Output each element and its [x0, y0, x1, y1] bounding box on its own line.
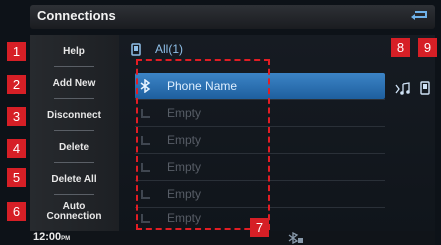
empty-slot-icon [141, 214, 150, 223]
empty-slot-icon [141, 109, 150, 118]
title-bar: Connections [30, 5, 435, 29]
list-item-label: Empty [167, 133, 202, 147]
disconnect-button[interactable]: Disconnect [32, 101, 116, 131]
list-item-label: Empty [167, 106, 202, 120]
list-item[interactable]: Empty [135, 181, 385, 207]
status-bar: 12:00PM [30, 231, 435, 245]
callout-6: 6 [7, 202, 26, 221]
add-new-button[interactable]: Add New [32, 69, 116, 99]
list-item-label: Empty [167, 187, 202, 201]
callout-3: 3 [7, 107, 26, 126]
audio-streaming-icon [395, 82, 410, 95]
help-button[interactable]: Help [32, 37, 116, 67]
empty-slot-icon [141, 136, 150, 145]
bluetooth-status-icon [288, 232, 303, 244]
callout-8: 8 [391, 38, 410, 57]
menu-panel: Help Add New Disconnect Delete Delete Al… [30, 35, 119, 231]
delete-all-button[interactable]: Delete All [32, 165, 116, 195]
list-header-label: All(1) [155, 42, 184, 56]
list-item-label: Empty [167, 211, 202, 225]
list-item[interactable]: Phone Name [135, 73, 385, 99]
list-item[interactable]: Empty [135, 100, 385, 126]
connections-screen: Connections Help Add New Disconnect Dele… [0, 0, 441, 245]
empty-slot-icon [141, 163, 150, 172]
list-item-label: Phone Name [167, 79, 238, 93]
back-arrow-icon [411, 11, 427, 20]
callout-2: 2 [7, 75, 26, 94]
callout-1: 1 [7, 42, 26, 61]
list-item-label: Empty [167, 160, 202, 174]
bluetooth-icon [140, 79, 151, 93]
list-header: All(1) [119, 39, 435, 59]
auto-connection-button[interactable]: Auto Connection [32, 197, 116, 227]
list-item[interactable]: Empty [135, 127, 385, 153]
clock: 12:00PM [33, 231, 71, 243]
empty-slot-icon [141, 190, 150, 199]
connection-status-icons [394, 80, 438, 102]
phone-icon [131, 43, 141, 56]
delete-button[interactable]: Delete [32, 133, 116, 163]
callout-7: 7 [250, 218, 269, 237]
back-button[interactable] [406, 7, 432, 27]
page-title: Connections [37, 8, 116, 23]
callout-5: 5 [7, 168, 26, 187]
device-list-panel: All(1) Phone Name Empty Empty Empty Empt… [119, 35, 435, 231]
list-item[interactable]: Empty [135, 154, 385, 180]
handsfree-phone-icon [420, 81, 430, 95]
callout-9: 9 [418, 38, 437, 57]
callout-4: 4 [7, 139, 26, 158]
